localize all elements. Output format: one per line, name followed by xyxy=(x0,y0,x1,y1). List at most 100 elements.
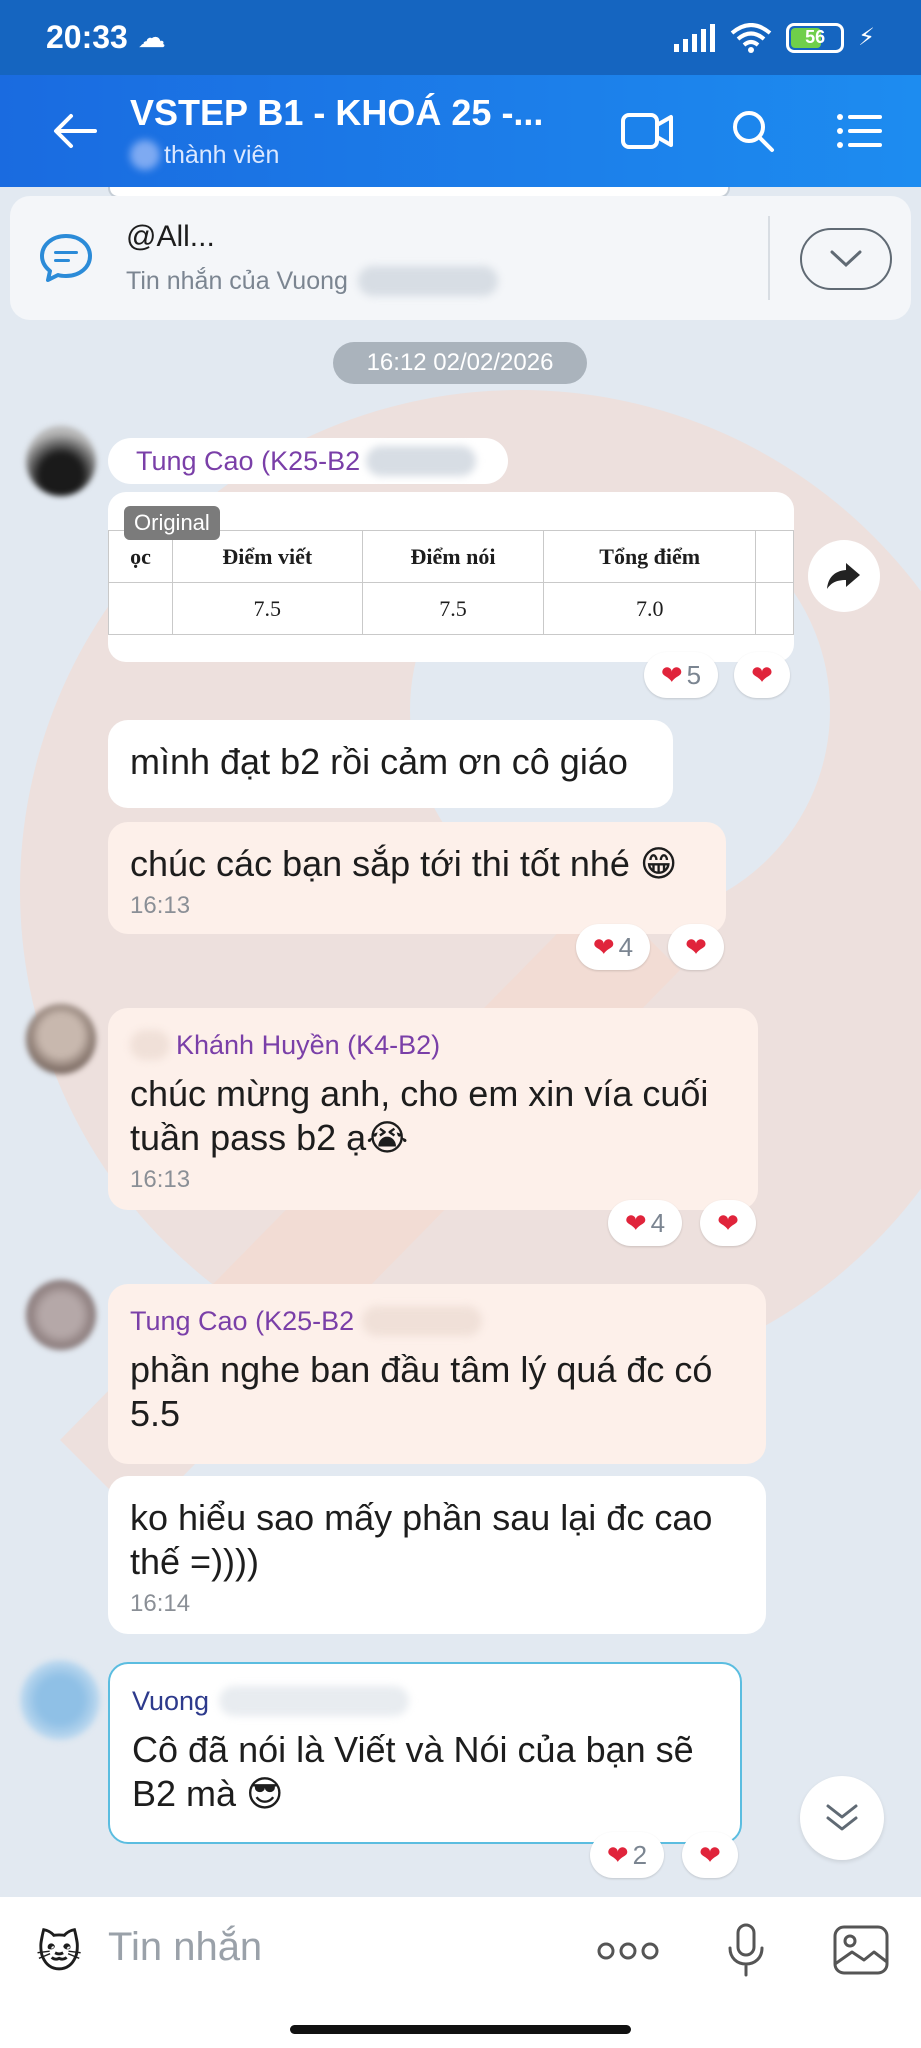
chevron-down-icon xyxy=(830,250,862,268)
member-count-blurred xyxy=(130,140,160,170)
home-indicator xyxy=(290,2025,631,2034)
reaction-heart-count[interactable]: ❤ 4 xyxy=(608,1200,682,1246)
more-options-button[interactable] xyxy=(590,1921,666,1981)
message-input[interactable]: Tin nhắn xyxy=(108,1925,262,1970)
expand-pinned-button[interactable] xyxy=(800,228,892,290)
more-dots-icon xyxy=(597,1942,659,1960)
react-button[interactable]: ❤ xyxy=(700,1200,756,1246)
member-label: thành viên xyxy=(164,140,280,169)
list-menu-icon xyxy=(837,114,882,148)
scroll-to-bottom-button[interactable] xyxy=(800,1776,884,1860)
voice-button[interactable] xyxy=(716,1915,776,1985)
menu-button[interactable] xyxy=(819,91,899,171)
score-cell: 7.5 xyxy=(171,582,363,635)
heart-icon: ❤ xyxy=(592,931,615,962)
microphone-icon xyxy=(728,1923,764,1977)
score-header: Điểm nói xyxy=(361,530,545,583)
status-bar: 20:33 ☁ 56 ⚡ xyxy=(0,0,921,75)
cat-sticker-icon: 🐱 xyxy=(36,1927,82,1977)
reaction-heart-count[interactable]: ❤ 4 xyxy=(576,924,650,970)
reaction-count: 4 xyxy=(618,931,634,962)
message-bubble[interactable]: mình đạt b2 rồi cảm ơn cô giáo xyxy=(108,720,673,808)
score-table: ọc Điểm viết Điểm nói Tổng điểm 7.5 7.5 … xyxy=(108,530,794,635)
battery-icon: 56 xyxy=(786,22,845,53)
sender-name: Vuong xyxy=(132,1686,210,1716)
date-divider: 16:12 02/02/2026 xyxy=(333,342,587,384)
score-cell xyxy=(108,582,173,635)
pinned-subtitle: Tin nhắn của Vuong xyxy=(126,266,348,295)
react-button[interactable]: ❤ xyxy=(734,652,790,698)
pinned-message[interactable]: @All... Tin nhắn của Vuong xyxy=(10,196,911,320)
message-text: chúc mừng anh, cho em xin vía cuối tuần … xyxy=(130,1073,709,1158)
search-button[interactable] xyxy=(713,91,793,171)
sticker-button[interactable]: 🐱 xyxy=(26,1919,92,1985)
sender-tag: Tung Cao (K25-B2 xyxy=(108,438,508,484)
video-camera-icon xyxy=(621,113,673,149)
avatar[interactable] xyxy=(26,1280,96,1350)
chat-bubble-icon xyxy=(40,234,92,282)
score-header: Tổng điểm xyxy=(543,530,757,583)
share-button[interactable] xyxy=(808,540,880,612)
back-button[interactable] xyxy=(36,92,114,170)
double-chevron-down-icon xyxy=(826,1804,858,1831)
score-cell: 7.5 xyxy=(361,582,545,635)
message-input-bar: 🐱 Tin nhắn xyxy=(0,1897,921,2048)
avatar[interactable] xyxy=(20,1660,100,1740)
pinned-title: @All... xyxy=(126,220,215,253)
react-button[interactable]: ❤ xyxy=(682,1832,738,1878)
avatar[interactable] xyxy=(26,426,96,496)
heart-icon: ❤ xyxy=(606,1839,629,1870)
heart-icon: ❤ xyxy=(717,1207,739,1238)
message-time: 16:13 xyxy=(130,1166,191,1193)
message-bubble[interactable]: ko hiểu sao mấy phần sau lại đc cao thế … xyxy=(108,1476,766,1634)
heart-icon: ❤ xyxy=(624,1207,647,1238)
reaction-count: 2 xyxy=(632,1839,648,1870)
cloud-icon: ☁ xyxy=(137,22,166,53)
original-badge: Original xyxy=(124,506,220,540)
blurred-name xyxy=(366,446,477,476)
message-bubble[interactable]: chúc các bạn sắp tới thi tốt nhé 😁 16:13 xyxy=(108,822,726,934)
charging-icon: ⚡ xyxy=(858,24,875,51)
message-time: 16:13 xyxy=(130,892,191,919)
message-text: ko hiểu sao mấy phần sau lại đc cao thế … xyxy=(130,1497,713,1582)
battery-level: 56 xyxy=(805,27,826,47)
sender-row: Tung Cao (K25-B2 xyxy=(130,1304,744,1338)
reaction-count: 4 xyxy=(650,1207,666,1238)
group-title: VSTEP B1 - KHOÁ 25 -... xyxy=(130,92,544,133)
sender-row: Vuong xyxy=(132,1684,718,1718)
image-attachment[interactable]: Original ọc Điểm viết Điểm nói Tổng điểm… xyxy=(108,492,794,662)
blurred-name xyxy=(357,266,498,296)
search-icon xyxy=(733,111,774,152)
message-bubble[interactable]: Tung Cao (K25-B2 phần nghe ban đầu tâm l… xyxy=(108,1284,766,1464)
reaction-heart-count[interactable]: ❤ 2 xyxy=(590,1832,664,1878)
message-bubble[interactable]: Khánh Huyền (K4-B2) chúc mừng anh, cho e… xyxy=(108,1008,758,1210)
heart-icon: ❤ xyxy=(685,931,707,962)
video-call-button[interactable] xyxy=(607,91,687,171)
score-cell: 7.0 xyxy=(543,582,757,635)
sender-row: Khánh Huyền (K4-B2) xyxy=(130,1028,736,1062)
image-gallery-icon xyxy=(833,1925,889,1975)
message-text: mình đạt b2 rồi cảm ơn cô giáo xyxy=(130,741,628,782)
reaction-heart-count[interactable]: ❤ 5 xyxy=(644,652,718,698)
gallery-button[interactable] xyxy=(826,1915,896,1985)
forward-arrow-icon xyxy=(827,563,860,589)
avatar[interactable] xyxy=(26,1004,96,1074)
react-button[interactable]: ❤ xyxy=(668,924,724,970)
signal-icon xyxy=(674,23,716,52)
arrow-left-icon xyxy=(54,114,97,148)
heart-icon: ❤ xyxy=(751,659,773,690)
message-time: 16:14 xyxy=(130,1590,191,1617)
heart-icon: ❤ xyxy=(660,659,683,690)
wifi-icon xyxy=(730,22,772,53)
group-info[interactable]: VSTEP B1 - KHOÁ 25 -... thành viên xyxy=(130,92,550,170)
blurred-name xyxy=(130,1030,170,1060)
status-time: 20:33 xyxy=(46,19,128,55)
heart-icon: ❤ xyxy=(699,1839,721,1870)
chat-header: VSTEP B1 - KHOÁ 25 -... thành viên xyxy=(0,75,921,187)
blurred-name xyxy=(362,1306,483,1336)
sender-name: Tung Cao (K25-B2 xyxy=(136,446,361,476)
message-bubble[interactable]: Vuong Cô đã nói là Viết và Nói của bạn s… xyxy=(108,1662,742,1844)
sender-name: Khánh Huyền (K4-B2) xyxy=(176,1030,441,1060)
blurred-name xyxy=(219,1686,410,1716)
message-text: phần nghe ban đầu tâm lý quá đc có 5.5 xyxy=(130,1349,713,1434)
